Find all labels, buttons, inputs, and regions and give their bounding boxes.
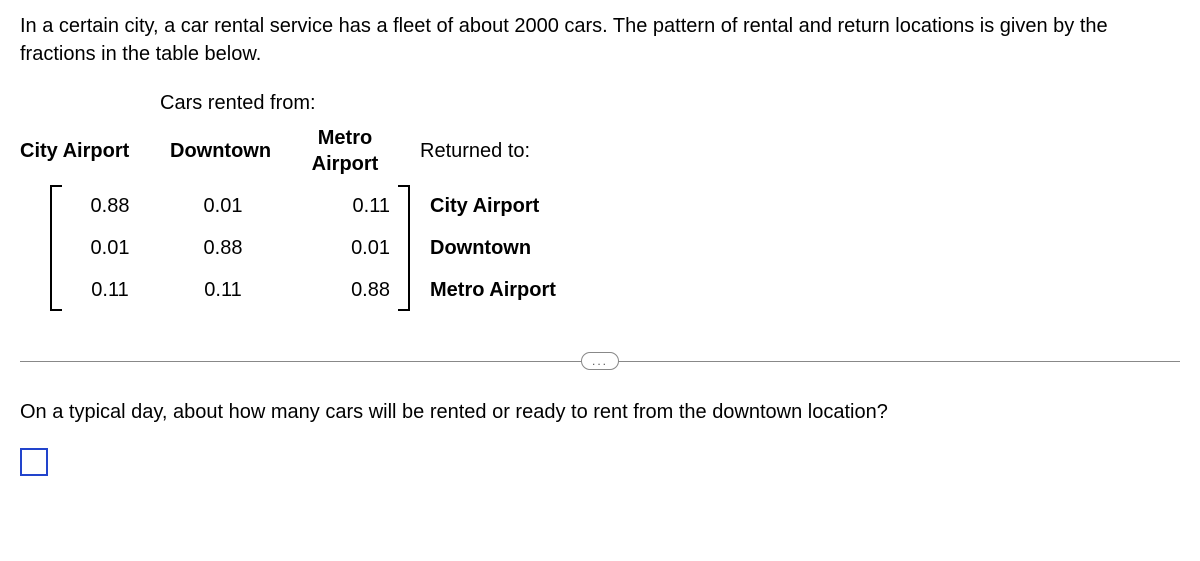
cell: 0.01 [158,195,288,218]
cell: 0.01 [288,237,398,260]
matrix-body: 0.88 0.01 0.11 0.01 0.88 0.01 0.11 0.11 … [62,185,398,311]
column-headers: City Airport Downtown Metro Airport Retu… [20,125,1180,177]
cell: 0.11 [158,279,288,302]
row-label-city-airport: City Airport [430,185,556,227]
cell: 0.11 [62,279,158,302]
cell: 0.88 [288,279,398,302]
more-icon[interactable]: ... [581,352,619,370]
table-row: 0.88 0.01 0.11 [62,185,398,227]
returned-to-label: Returned to: [400,140,530,163]
matrix-bracket-right [398,185,410,311]
cell: 0.88 [62,195,158,218]
answer-input[interactable] [20,448,48,476]
matrix: 0.88 0.01 0.11 0.01 0.88 0.01 0.11 0.11 … [20,185,1180,311]
rented-from-label: Cars rented from: [20,92,1180,115]
table-row: 0.01 0.88 0.01 [62,227,398,269]
col-header-city-airport: City Airport [20,140,160,163]
col-header-metro-airport: Metro Airport [290,125,400,177]
table-row: 0.11 0.11 0.88 [62,269,398,311]
row-label-metro-airport: Metro Airport [430,269,556,311]
matrix-bracket-left [50,185,62,311]
cell: 0.01 [62,237,158,260]
cell: 0.88 [158,237,288,260]
problem-intro: In a certain city, a car rental service … [20,12,1180,68]
col-header-downtown: Downtown [160,140,290,163]
row-labels: City Airport Downtown Metro Airport [410,185,556,311]
cell: 0.11 [288,195,398,218]
question-text: On a typical day, about how many cars wi… [20,401,1180,424]
section-divider: ... [20,351,1180,371]
row-label-downtown: Downtown [430,227,556,269]
transition-table: Cars rented from: City Airport Downtown … [20,92,1180,311]
